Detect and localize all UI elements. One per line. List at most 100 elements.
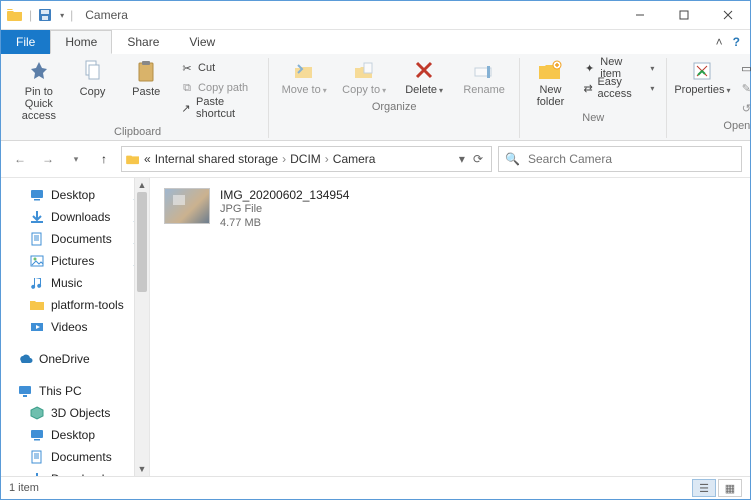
properties-icon xyxy=(691,60,713,82)
history-button[interactable]: ↺History xyxy=(735,98,751,118)
file-name: IMG_20200602_134954 xyxy=(220,188,349,202)
navigation-pane: Desktop📌Downloads📌Documents📌Pictures📌Mus… xyxy=(1,178,150,476)
breadcrumb-3[interactable]: Camera xyxy=(333,152,376,166)
cut-button[interactable]: ✂Cut xyxy=(176,58,260,78)
easy-access-button[interactable]: ⇄Easy access▾ xyxy=(579,78,659,98)
new-folder-button[interactable]: New folder xyxy=(528,58,573,110)
refresh-button[interactable]: ⟳ xyxy=(473,152,483,166)
sidebar-item-label: Documents xyxy=(51,232,112,246)
rename-icon xyxy=(473,60,495,82)
sidebar-item-platform-tools[interactable]: platform-tools xyxy=(9,294,149,316)
file-meta: IMG_20200602_134954 JPG File 4.77 MB xyxy=(220,188,349,230)
sidebar-item-label: Pictures xyxy=(51,254,94,268)
copy-to-label: Copy to xyxy=(342,84,380,96)
downloads-icon xyxy=(29,209,45,225)
minimize-button[interactable] xyxy=(618,1,662,29)
copy-path-label: Copy path xyxy=(198,82,248,94)
copy-to-button[interactable]: Copy to▾ xyxy=(337,58,391,99)
sidebar-item-this-pc[interactable]: This PC xyxy=(9,380,149,402)
sidebar-item-downloads[interactable]: Downloads xyxy=(9,468,149,476)
close-button[interactable] xyxy=(706,1,750,29)
new-folder-icon xyxy=(538,60,562,82)
group-organize: Move to▾ Copy to▾ Delete▾ Rename Organiz… xyxy=(269,58,520,138)
sidebar-item-label: OneDrive xyxy=(39,352,90,366)
scroll-track[interactable] xyxy=(135,192,149,462)
easy-access-icon: ⇄ xyxy=(583,81,594,95)
breadcrumb-prefix[interactable]: « xyxy=(144,152,151,166)
file-item[interactable]: IMG_20200602_134954 JPG File 4.77 MB xyxy=(164,188,736,230)
sidebar-item-pictures[interactable]: Pictures📌 xyxy=(9,250,149,272)
open-button[interactable]: ▭Open▾ xyxy=(735,58,751,78)
view-switcher: ☰ ▦ xyxy=(692,479,742,497)
search-icon: 🔍 xyxy=(505,152,520,166)
paste-shortcut-button[interactable]: ↗Paste shortcut xyxy=(176,98,260,118)
sidebar-item-desktop[interactable]: Desktop xyxy=(9,424,149,446)
breadcrumb-1[interactable]: Internal shared storage xyxy=(155,152,278,166)
pin-to-quick-access-button[interactable]: Pin to Quick access xyxy=(15,58,63,124)
onedrive-icon xyxy=(17,351,33,367)
rename-button[interactable]: Rename xyxy=(457,58,511,98)
paste-button[interactable]: Paste xyxy=(122,58,170,100)
documents-icon xyxy=(29,449,45,465)
desktop-icon xyxy=(29,187,45,203)
qat-dropdown-icon[interactable]: ▾ xyxy=(60,11,64,20)
sidebar-item-desktop[interactable]: Desktop📌 xyxy=(9,184,149,206)
save-icon[interactable] xyxy=(38,8,52,22)
breadcrumb-2[interactable]: DCIM xyxy=(290,152,321,166)
group-new-caption: New xyxy=(582,110,604,124)
back-button[interactable]: ← xyxy=(9,148,31,170)
copy-button[interactable]: Copy xyxy=(69,58,117,100)
group-open-caption: Open xyxy=(723,118,750,132)
sidebar-item-label: Downloads xyxy=(51,472,110,476)
scroll-down-icon[interactable]: ▼ xyxy=(135,462,149,476)
tab-file[interactable]: File xyxy=(1,30,50,54)
move-to-button[interactable]: Move to▾ xyxy=(277,58,331,99)
sidebar-item-documents[interactable]: Documents xyxy=(9,446,149,468)
sidebar-item-3d-objects[interactable]: 3D Objects xyxy=(9,402,149,424)
delete-button[interactable]: Delete▾ xyxy=(397,58,451,99)
tab-home[interactable]: Home xyxy=(50,30,112,54)
path-icon: ⧉ xyxy=(180,81,194,95)
scroll-up-icon[interactable]: ▲ xyxy=(135,178,149,192)
file-list[interactable]: IMG_20200602_134954 JPG File 4.77 MB xyxy=(150,178,750,476)
address-bar[interactable]: « Internal shared storage › DCIM › Camer… xyxy=(121,146,492,172)
details-view-button[interactable]: ☰ xyxy=(692,479,716,497)
quick-access-toolbar: | ▾ | Camera xyxy=(1,8,134,22)
sidebar-scrollbar[interactable]: ▲ ▼ xyxy=(134,178,149,476)
tab-share[interactable]: Share xyxy=(112,30,174,54)
search-input[interactable] xyxy=(526,151,735,167)
sidebar-item-downloads[interactable]: Downloads📌 xyxy=(9,206,149,228)
file-type: JPG File xyxy=(220,202,349,216)
sidebar-item-label: platform-tools xyxy=(51,298,124,312)
new-item-button[interactable]: ✦New item▾ xyxy=(579,58,659,78)
paste-shortcut-label: Paste shortcut xyxy=(196,96,256,120)
explorer-window: | ▾ | Camera File Home Share View ˄ ? xyxy=(0,0,751,500)
window-title: Camera xyxy=(85,8,128,22)
music-icon xyxy=(29,275,45,291)
recent-button[interactable]: ▾ xyxy=(65,148,87,170)
maximize-button[interactable] xyxy=(662,1,706,29)
edit-button[interactable]: ✎Edit xyxy=(735,78,751,98)
sidebar-item-music[interactable]: Music xyxy=(9,272,149,294)
downloads-icon xyxy=(29,471,45,476)
sidebar-item-onedrive[interactable]: OneDrive xyxy=(9,348,149,370)
file-size: 4.77 MB xyxy=(220,216,349,230)
ribbon-collapse-icon[interactable]: ˄ xyxy=(716,35,723,49)
sidebar-item-documents[interactable]: Documents📌 xyxy=(9,228,149,250)
properties-button[interactable]: Properties▾ xyxy=(675,58,729,99)
forward-button[interactable]: → xyxy=(37,148,59,170)
sidebar-item-videos[interactable]: Videos xyxy=(9,316,149,338)
qat-separator: | xyxy=(70,8,73,22)
navigation-bar: ← → ▾ ↑ « Internal shared storage › DCIM… xyxy=(1,141,750,178)
large-icons-view-button[interactable]: ▦ xyxy=(718,479,742,497)
chevron-right-icon[interactable]: › xyxy=(325,152,329,166)
tab-view[interactable]: View xyxy=(174,30,230,54)
help-icon[interactable]: ? xyxy=(733,35,740,49)
easy-access-label: Easy access xyxy=(597,76,644,100)
up-button[interactable]: ↑ xyxy=(93,148,115,170)
address-dropdown-icon[interactable]: ▾ xyxy=(459,152,465,166)
chevron-right-icon[interactable]: › xyxy=(282,152,286,166)
scroll-thumb[interactable] xyxy=(137,192,147,292)
copy-path-button[interactable]: ⧉ Copy path xyxy=(176,78,260,98)
search-box[interactable]: 🔍 xyxy=(498,146,742,172)
